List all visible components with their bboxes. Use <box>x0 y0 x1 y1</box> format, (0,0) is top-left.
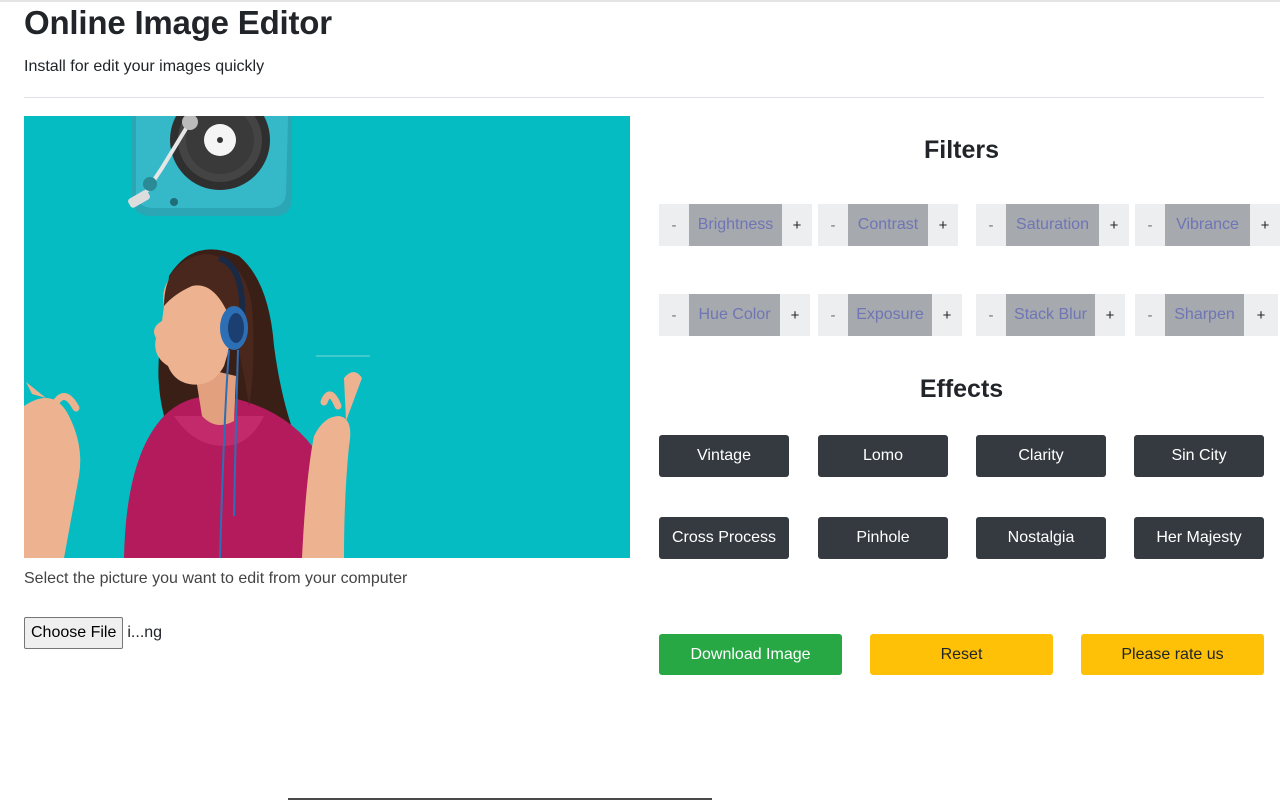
page-subtitle: Install for edit your images quickly <box>24 58 265 75</box>
effect-vintage-button[interactable]: Vintage <box>659 435 789 477</box>
hue-color-minus-button[interactable]: - <box>659 294 689 336</box>
effect-clarity-button[interactable]: Clarity <box>976 435 1106 477</box>
reset-button[interactable]: Reset <box>870 634 1053 675</box>
contrast-label-button[interactable]: Contrast <box>848 204 928 246</box>
filters-heading: Filters <box>923 136 1000 164</box>
filter-contrast: - Contrast + <box>818 204 958 246</box>
brightness-label-button[interactable]: Brightness <box>689 204 782 246</box>
filter-vibrance: - Vibrance + <box>1135 204 1280 246</box>
effect-sin-city-button[interactable]: Sin City <box>1134 435 1264 477</box>
filter-exposure: - Exposure + <box>818 294 962 336</box>
vibrance-label-button[interactable]: Vibrance <box>1165 204 1250 246</box>
exposure-plus-button[interactable]: + <box>932 294 962 336</box>
stack-blur-plus-button[interactable]: + <box>1095 294 1125 336</box>
hue-color-plus-button[interactable]: + <box>780 294 810 336</box>
filter-sharpen: - Sharpen + <box>1135 294 1278 336</box>
filter-stack-blur: - Stack Blur + <box>976 294 1125 336</box>
image-preview <box>24 116 630 558</box>
effect-her-majesty-button[interactable]: Her Majesty <box>1134 517 1264 559</box>
exposure-minus-button[interactable]: - <box>818 294 848 336</box>
sharpen-minus-button[interactable]: - <box>1135 294 1165 336</box>
vibrance-plus-button[interactable]: + <box>1250 204 1280 246</box>
saturation-label-button[interactable]: Saturation <box>1006 204 1099 246</box>
filter-brightness: - Brightness + <box>659 204 812 246</box>
top-border <box>0 0 1280 2</box>
effect-cross-process-button[interactable]: Cross Process <box>659 517 789 559</box>
filter-saturation: - Saturation + <box>976 204 1129 246</box>
choose-file-button[interactable]: Choose File <box>24 617 124 649</box>
hue-color-label-button[interactable]: Hue Color <box>689 294 780 336</box>
contrast-minus-button[interactable]: - <box>818 204 848 246</box>
exposure-label-button[interactable]: Exposure <box>848 294 932 336</box>
brightness-plus-button[interactable]: + <box>782 204 812 246</box>
brightness-minus-button[interactable]: - <box>659 204 689 246</box>
sharpen-plus-button[interactable]: + <box>1244 294 1278 336</box>
stack-blur-label-button[interactable]: Stack Blur <box>1006 294 1095 336</box>
header-divider <box>24 97 1264 98</box>
selected-file-name: i...ng <box>127 624 163 641</box>
effect-lomo-button[interactable]: Lomo <box>818 435 948 477</box>
saturation-minus-button[interactable]: - <box>976 204 1006 246</box>
download-image-button[interactable]: Download Image <box>659 634 842 675</box>
effect-pinhole-button[interactable]: Pinhole <box>818 517 948 559</box>
woman-with-headphones-image <box>24 116 630 558</box>
file-input[interactable]: Choose File i...ng <box>24 617 162 649</box>
contrast-plus-button[interactable]: + <box>928 204 958 246</box>
upload-hint: Select the picture you want to edit from… <box>24 570 408 587</box>
stack-blur-minus-button[interactable]: - <box>976 294 1006 336</box>
saturation-plus-button[interactable]: + <box>1099 204 1129 246</box>
turntable-icon <box>128 116 292 216</box>
rate-us-button[interactable]: Please rate us <box>1081 634 1264 675</box>
page-title: Online Image Editor <box>24 4 332 41</box>
filter-hue-color: - Hue Color + <box>659 294 810 336</box>
effects-heading: Effects <box>919 375 1004 403</box>
vibrance-minus-button[interactable]: - <box>1135 204 1165 246</box>
sharpen-label-button[interactable]: Sharpen <box>1165 294 1244 336</box>
effect-nostalgia-button[interactable]: Nostalgia <box>976 517 1106 559</box>
